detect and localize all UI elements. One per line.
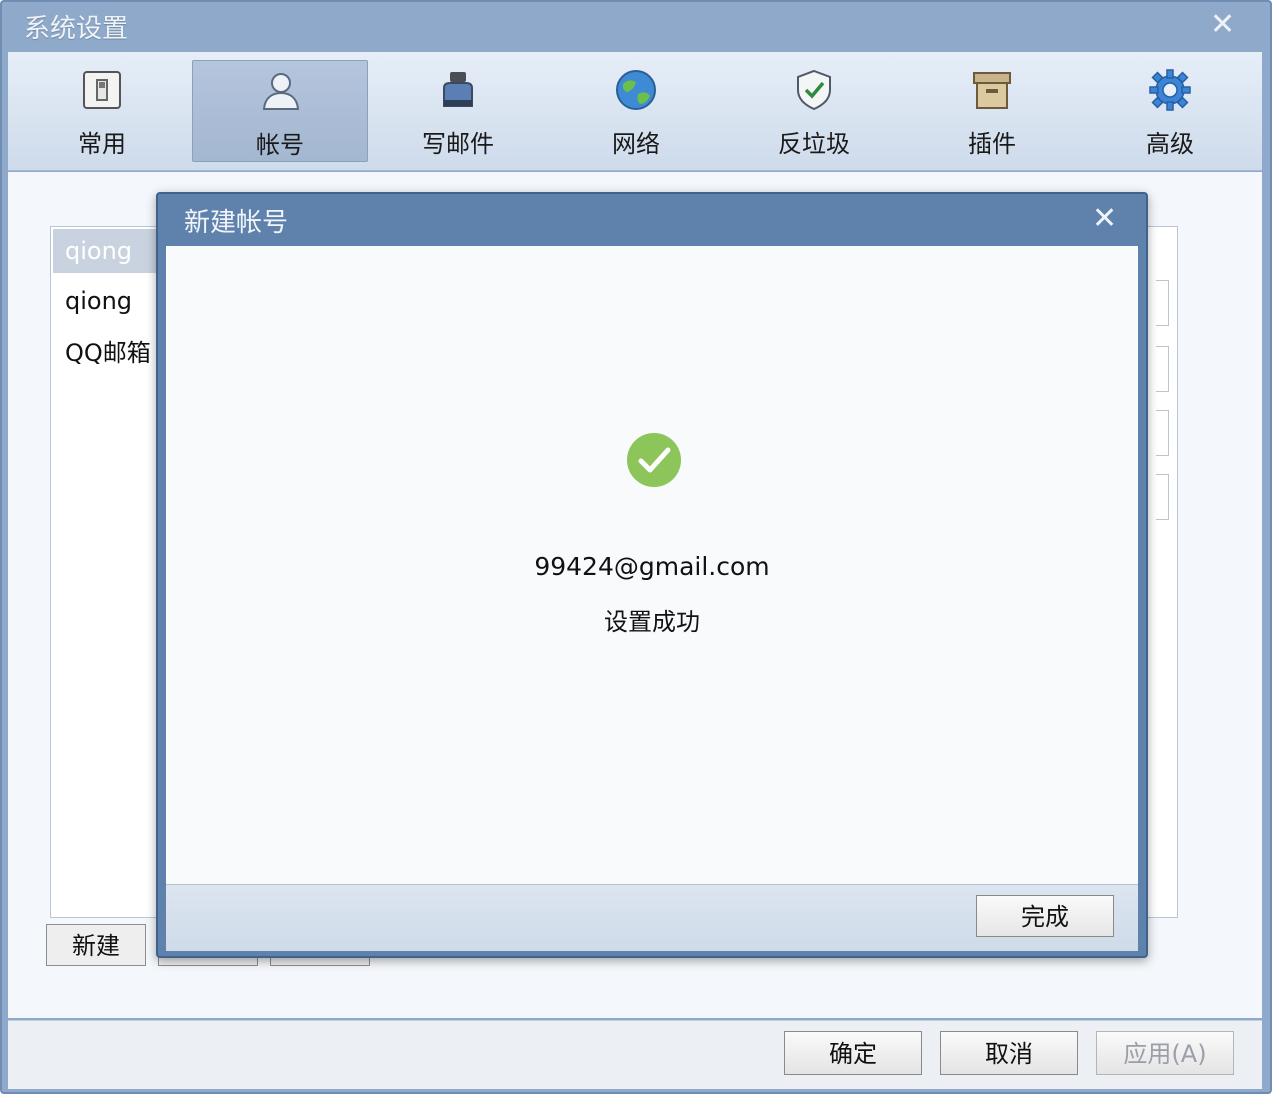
tab-label: 插件 [968, 130, 1016, 158]
title-bar[interactable]: 系统设置 ✕ [2, 2, 1270, 50]
tab-compose[interactable]: 写邮件 [370, 60, 546, 162]
footer-bar: 确定 取消 应用(A) [8, 1020, 1262, 1089]
account-field[interactable] [1156, 280, 1169, 326]
list-item[interactable]: qiong [53, 229, 157, 273]
box-icon [973, 72, 1011, 109]
gear-icon [1149, 69, 1191, 111]
tab-label: 网络 [612, 130, 660, 158]
ok-button[interactable]: 确定 [784, 1031, 922, 1075]
dialog-footer: 完成 [166, 884, 1138, 951]
shield-icon [797, 69, 831, 111]
globe-icon [616, 70, 656, 110]
account-field[interactable] [1156, 410, 1169, 456]
tab-advanced[interactable]: 高级 [1082, 60, 1258, 162]
tab-label: 帐号 [256, 131, 304, 159]
done-button[interactable]: 完成 [976, 895, 1114, 937]
cancel-button[interactable]: 取消 [940, 1031, 1078, 1075]
account-field[interactable] [1156, 346, 1169, 392]
account-field[interactable] [1156, 474, 1169, 520]
tab-general[interactable]: 常用 [14, 60, 190, 162]
tab-plugins[interactable]: 插件 [904, 60, 1080, 162]
tab-network[interactable]: 网络 [548, 60, 724, 162]
new-account-dialog: 新建帐号 ✕ 99424@gmail.com 设置成功 完成 [156, 192, 1148, 958]
user-icon [262, 73, 300, 110]
tab-label: 写邮件 [422, 130, 494, 158]
list-item[interactable]: QQ邮箱 [65, 333, 151, 368]
tab-account[interactable]: 帐号 [192, 60, 368, 162]
window-close-icon[interactable]: ✕ [1210, 10, 1235, 40]
account-email: 99424@gmail.com [534, 552, 770, 581]
tab-label: 常用 [78, 130, 126, 158]
status-message: 设置成功 [604, 608, 700, 636]
apply-button: 应用(A) [1096, 1031, 1234, 1075]
dialog-title: 新建帐号 [184, 208, 289, 238]
ink-bottle-icon [443, 72, 473, 107]
tab-label: 反垃圾 [778, 130, 850, 158]
switch-icon [83, 71, 121, 109]
tab-label: 高级 [1146, 130, 1194, 158]
dialog-body: 99424@gmail.com 设置成功 [166, 246, 1138, 884]
new-account-button[interactable]: 新建 [46, 924, 146, 966]
window-title: 系统设置 [24, 14, 129, 44]
dialog-close-icon[interactable]: ✕ [1092, 204, 1117, 234]
settings-tabbar: 常用 帐号 写邮件 网络 反垃圾 插件 高级 [8, 52, 1262, 171]
list-item[interactable]: qiong [65, 287, 132, 315]
success-check-icon [627, 433, 681, 487]
tab-antispam[interactable]: 反垃圾 [726, 60, 902, 162]
